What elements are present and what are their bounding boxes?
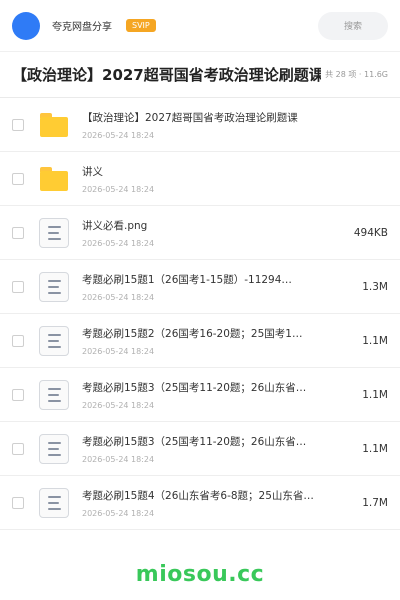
svip-badge: SVIP [126, 19, 156, 32]
file-name: 考题必刷15题4（26山东省考6-8题；25山东省… [82, 489, 314, 502]
file-date: 2026-05-24 18:24 [82, 346, 155, 356]
folder-header: 【政治理论】2027超哥国省考政治理论刷题课 共 28 项 · 11.6G [0, 52, 400, 98]
footer: miosou.cc [0, 548, 400, 600]
search-input[interactable]: 搜索 [318, 11, 388, 40]
folder-meta: 共 28 项 · 11.6G [325, 70, 388, 79]
document-icon [38, 217, 70, 249]
list-item[interactable]: 讲义 2026-05-24 18:24 [0, 152, 400, 206]
list-item[interactable]: 考题必刷15题1（26国考1-15题）-11294… 2026-05-24 18… [0, 260, 400, 314]
list-item[interactable]: 【政治理论】2027超哥国省考政治理论刷题课 2026-05-24 18:24 [0, 98, 400, 152]
document-icon [38, 325, 70, 357]
file-size: 1.3M [362, 280, 388, 293]
file-date: 2026-05-24 18:24 [82, 400, 155, 410]
list-item[interactable]: 考题必刷15题2（26国考16-20题；25国考1… 2026-05-24 18… [0, 314, 400, 368]
file-date: 2026-05-24 18:24 [82, 184, 155, 194]
file-size: 1.1M [362, 334, 388, 347]
file-name: 讲义 [82, 165, 103, 178]
file-date: 2026-05-24 18:24 [82, 508, 155, 518]
list-item[interactable]: 考题必刷15题4（26山东省考6-8题；25山东省… 2026-05-24 18… [0, 476, 400, 530]
file-date: 2026-05-24 18:24 [82, 130, 155, 140]
row-checkbox[interactable] [12, 118, 24, 131]
document-icon [38, 379, 70, 411]
folder-icon [38, 163, 70, 195]
document-icon [38, 487, 70, 519]
list-item[interactable]: 考题必刷15题3（25国考11-20题；26山东省… 2026-05-24 18… [0, 422, 400, 476]
avatar[interactable] [12, 11, 40, 40]
row-checkbox[interactable] [12, 280, 24, 293]
top-bar: 夸克网盘分享 SVIP 搜索 [0, 0, 400, 52]
file-name: 考题必刷15题2（26国考16-20题；25国考1… [82, 327, 303, 340]
file-date: 2026-05-24 18:24 [82, 454, 155, 464]
document-icon [38, 433, 70, 465]
file-list: 【政治理论】2027超哥国省考政治理论刷题课 2026-05-24 18:24 … [0, 98, 400, 530]
list-item[interactable]: 考题必刷15题3（25国考11-20题；26山东省… 2026-05-24 18… [0, 368, 400, 422]
row-checkbox[interactable] [12, 172, 24, 185]
row-checkbox[interactable] [12, 442, 24, 455]
folder-icon [38, 109, 70, 141]
file-date: 2026-05-24 18:24 [82, 238, 155, 248]
list-item[interactable]: 讲义必看.png 2026-05-24 18:24 494KB [0, 206, 400, 260]
row-checkbox[interactable] [12, 388, 24, 401]
file-size: 1.1M [362, 442, 388, 455]
row-checkbox[interactable] [12, 334, 24, 347]
file-size: 1.7M [362, 496, 388, 509]
file-size: 1.1M [362, 388, 388, 401]
file-name: 考题必刷15题1（26国考1-15题）-11294… [82, 273, 292, 286]
user-name: 夸克网盘分享 [52, 22, 112, 33]
file-name: 【政治理论】2027超哥国省考政治理论刷题课 [82, 111, 298, 124]
file-name: 考题必刷15题3（25国考11-20题；26山东省… [82, 435, 307, 448]
row-checkbox[interactable] [12, 226, 24, 239]
file-name: 讲义必看.png [82, 219, 148, 232]
brand-watermark: miosou.cc [135, 561, 265, 587]
document-icon [38, 271, 70, 303]
row-checkbox[interactable] [12, 496, 24, 509]
file-name: 考题必刷15题3（25国考11-20题；26山东省… [82, 381, 307, 394]
page-title: 【政治理论】2027超哥国省考政治理论刷题课 [12, 66, 322, 84]
file-date: 2026-05-24 18:24 [82, 292, 155, 302]
file-size: 494KB [353, 226, 388, 239]
